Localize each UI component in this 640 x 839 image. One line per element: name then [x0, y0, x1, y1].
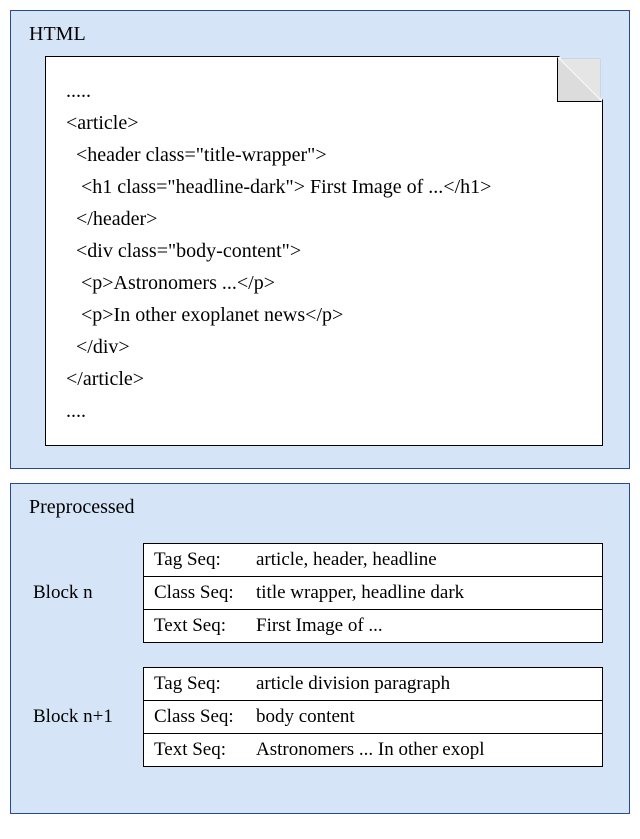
sequence-row: Tag Seq:article, header, headline: [144, 544, 602, 577]
sequence-key: Class Seq:: [154, 582, 256, 604]
sequence-value: article division paragraph: [256, 673, 592, 695]
html-document: ..... <article> <header class="title-wra…: [45, 56, 603, 446]
sequence-row: Tag Seq:article division paragraph: [144, 668, 602, 701]
page-fold-mask: [559, 56, 603, 100]
html-panel-title: HTML: [29, 23, 613, 46]
sequence-key: Tag Seq:: [154, 673, 256, 695]
blocks-container: Block nTag Seq:article, header, headline…: [27, 543, 613, 767]
preprocessed-panel: Preprocessed Block nTag Seq:article, hea…: [10, 483, 630, 814]
sequence-key: Text Seq:: [154, 739, 256, 761]
sequence-value: First Image of ...: [256, 615, 592, 637]
sequence-row: Text Seq:Astronomers ... In other exopl: [144, 734, 602, 766]
sequence-row: Text Seq:First Image of ...: [144, 610, 602, 642]
sequence-row: Class Seq:title wrapper, headline dark: [144, 577, 602, 610]
sequence-table: Tag Seq:article division paragraphClass …: [143, 667, 603, 767]
preprocessed-panel-title: Preprocessed: [29, 496, 613, 519]
sequence-key: Text Seq:: [154, 615, 256, 637]
sequence-key: Tag Seq:: [154, 549, 256, 571]
block-label: Block n: [27, 582, 143, 604]
sequence-key: Class Seq:: [154, 706, 256, 728]
block-row: Block nTag Seq:article, header, headline…: [27, 543, 613, 643]
html-code: ..... <article> <header class="title-wra…: [66, 75, 576, 427]
html-panel: HTML ..... <article> <header class="titl…: [10, 10, 630, 469]
sequence-value: body content: [256, 706, 592, 728]
sequence-row: Class Seq:body content: [144, 701, 602, 734]
sequence-table: Tag Seq:article, header, headlineClass S…: [143, 543, 603, 643]
sequence-value: article, header, headline: [256, 549, 592, 571]
sequence-value: Astronomers ... In other exopl: [256, 739, 592, 761]
block-row: Block n+1Tag Seq:article division paragr…: [27, 667, 613, 767]
sequence-value: title wrapper, headline dark: [256, 582, 592, 604]
block-label: Block n+1: [27, 706, 143, 728]
